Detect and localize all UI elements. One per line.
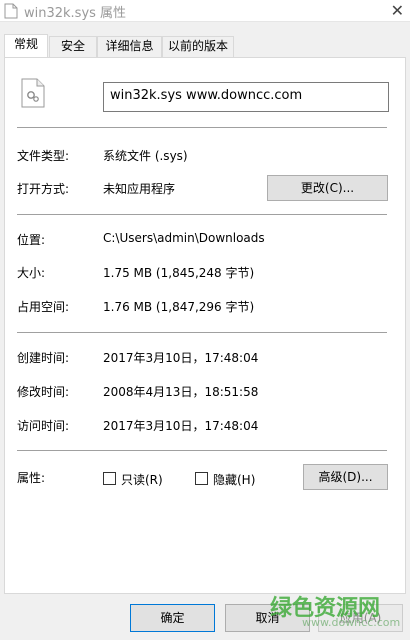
divider [17,332,387,333]
created-value: 2017年3月10日，17:48:04 [103,351,259,365]
created-label: 创建时间: [17,351,70,365]
open-with-value: 未知应用程序 [103,182,176,196]
change-button[interactable]: 更改(C)... [267,175,388,201]
tab-security[interactable]: 安全 [49,36,97,57]
accessed-label: 访问时间: [17,419,70,433]
readonly-label: 只读(R) [121,473,163,487]
hidden-checkbox[interactable] [195,472,208,485]
file-type-label: 文件类型: [17,149,70,163]
size-on-disk-label: 占用空间: [17,300,70,314]
divider [17,450,387,451]
window-title: win32k.sys 属性 [24,6,127,21]
hidden-option[interactable]: 隐藏(H) [195,472,265,488]
system-file-icon [21,78,45,108]
general-panel: win32k.sys www.downcc.com 文件类型: 系统文件 (.s… [4,57,406,594]
location-label: 位置: [17,233,46,247]
file-type-value: 系统文件 (.sys) [103,149,188,163]
ok-button[interactable]: 确定 [130,604,215,632]
readonly-option[interactable]: 只读(R) [103,472,173,488]
hidden-label: 隐藏(H) [213,473,256,487]
title-bar: win32k.sys 属性 ✕ [0,0,410,22]
location-value: C:\Users\admin\Downloads [103,231,265,245]
size-on-disk-value: 1.76 MB (1,847,296 字节) [103,300,255,314]
watermark-url: www.downcc.com [302,616,401,629]
divider [17,214,387,215]
attributes-label: 属性: [17,471,46,485]
file-name-field[interactable]: win32k.sys www.downcc.com [103,82,389,112]
readonly-checkbox[interactable] [103,472,116,485]
advanced-button[interactable]: 高级(D)... [303,464,388,490]
size-value: 1.75 MB (1,845,248 字节) [103,266,255,280]
close-icon[interactable]: ✕ [391,1,404,20]
size-label: 大小: [17,266,46,280]
divider [17,127,387,128]
open-with-label: 打开方式: [17,182,70,196]
modified-value: 2008年4月13日，18:51:58 [103,385,259,399]
tab-previous-versions[interactable]: 以前的版本 [162,36,234,57]
accessed-value: 2017年3月10日，17:48:04 [103,419,259,433]
tab-general[interactable]: 常规 [4,34,48,57]
modified-label: 修改时间: [17,385,70,399]
tab-details[interactable]: 详细信息 [97,36,162,57]
file-icon [4,3,18,19]
